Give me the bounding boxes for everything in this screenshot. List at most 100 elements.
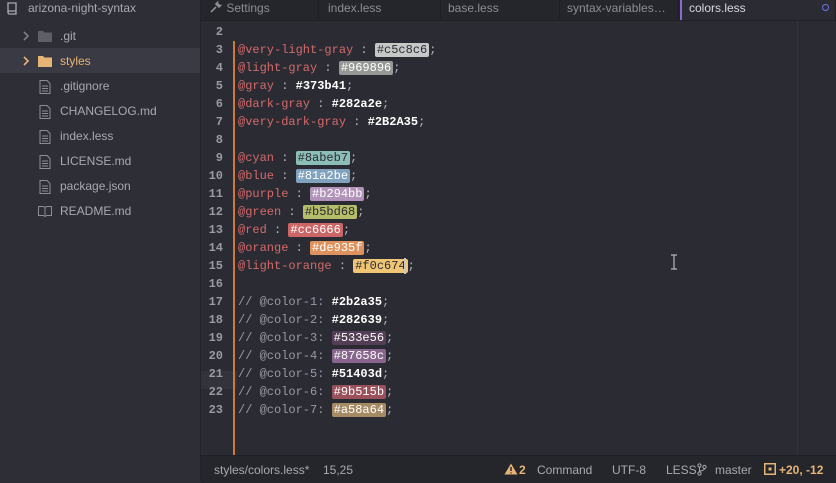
colon-token: : <box>274 169 296 183</box>
code-line: // @color-7: #a58a64; <box>238 401 393 419</box>
status-warnings-count[interactable]: 2 <box>519 463 526 477</box>
line-number: 18 <box>208 313 223 327</box>
code-line: // @color-6: #9b515b; <box>238 383 393 401</box>
code-line: @red : #cc6666; <box>238 221 350 239</box>
colon-token: : <box>353 43 375 57</box>
tree-item-license[interactable]: LICENSE.md <box>0 148 200 173</box>
tree-item-label: .git <box>60 28 77 43</box>
semicolon-token: ; <box>382 313 390 327</box>
tab-colors-less[interactable]: colors.less <box>680 0 836 20</box>
tree-item-git[interactable]: .git <box>0 23 200 48</box>
line-number: 6 <box>215 97 223 111</box>
tab-settings[interactable]: Settings <box>201 0 319 20</box>
tree-root-label: arizona-night-syntax <box>28 0 137 15</box>
status-encoding[interactable]: UTF-8 <box>612 463 646 477</box>
tree-item-changelog[interactable]: CHANGELOG.md <box>0 98 200 123</box>
code-line: @cyan : #8abeb7; <box>238 149 357 167</box>
line-number: 12 <box>208 205 223 219</box>
hex-value: #cc6666 <box>288 223 343 237</box>
tree-item-label: CHANGELOG.md <box>60 103 157 118</box>
tab-syntax-variables[interactable]: syntax-variables… <box>560 0 679 20</box>
tree-view: arizona-night-syntax .git styles .gitign… <box>0 0 201 482</box>
semicolon-token: ; <box>382 295 390 309</box>
hex-value: #c5c8c6 <box>374 43 430 57</box>
tab-index-less[interactable]: index.less <box>321 0 441 20</box>
status-file-path[interactable]: styles/colors.less* <box>214 463 309 477</box>
status-branch[interactable]: master <box>715 463 752 477</box>
tab-label: syntax-variables… <box>567 1 666 15</box>
code-line: @green : #b5bd68; <box>238 203 364 221</box>
git-branch-icon <box>697 463 707 479</box>
code-line: @very-dark-gray : #2B2A35; <box>238 113 425 131</box>
semicolon-token: ; <box>386 403 394 417</box>
code-line: @light-orange : #f0c674; <box>238 257 415 275</box>
line-number: 17 <box>208 295 223 309</box>
tree-item-label: index.less <box>60 128 114 143</box>
line-number: 4 <box>215 61 223 75</box>
line-number: 14 <box>208 241 223 255</box>
colon-token: : <box>346 115 368 129</box>
hex-value: #9b515b <box>331 385 387 399</box>
line-number: 5 <box>215 79 223 93</box>
line-number: 2 <box>215 25 223 39</box>
hex-value: #b294bb <box>310 187 365 201</box>
hex-value: #282a2e <box>331 97 383 111</box>
tree-item-readme[interactable]: README.md <box>0 198 200 223</box>
hex-value: #de935f <box>310 241 365 255</box>
tree-item-index-less[interactable]: index.less <box>0 123 200 148</box>
tree-item-gitignore[interactable]: .gitignore <box>0 73 200 98</box>
tree-item-label: .gitignore <box>60 78 110 93</box>
tree-item-label: styles <box>60 53 91 68</box>
line-number: 7 <box>215 115 223 129</box>
line-number: 23 <box>208 403 223 417</box>
hex-value: #51403d <box>331 367 383 381</box>
line-number: 21 <box>208 367 223 381</box>
line-number: 16 <box>208 277 223 291</box>
code-line: // @color-5: #51403d; <box>238 365 389 383</box>
comment-token: // @color-4: <box>238 349 332 363</box>
file-text-icon <box>38 104 52 119</box>
status-mode[interactable]: Command <box>537 463 592 477</box>
book-icon <box>38 205 52 217</box>
code-line: // @color-2: #282639; <box>238 311 389 329</box>
tab-base-less[interactable]: base.less <box>441 0 560 20</box>
code-line: @orange : #de935f; <box>238 239 372 257</box>
line-number: 11 <box>208 187 223 201</box>
tree-item-package-json[interactable]: package.json <box>0 173 200 198</box>
hex-value: #8abeb7 <box>295 151 351 165</box>
hex-value: #533e56 <box>331 331 387 345</box>
text-caret <box>404 258 406 274</box>
hex-value: #282639 <box>331 313 383 327</box>
code-line: @very-light-gray : #c5c8c6; <box>238 41 436 59</box>
file-text-icon <box>38 129 52 144</box>
semicolon-token: ; <box>346 79 354 93</box>
variable-name: @cyan <box>238 151 275 165</box>
code-line: @dark-gray : #282a2e; <box>238 95 389 113</box>
line-number: 19 <box>208 331 223 345</box>
semicolon-token: ; <box>350 151 358 165</box>
tree-item-label: README.md <box>60 203 132 218</box>
colon-token: : <box>331 259 354 273</box>
tree-item-styles[interactable]: styles <box>0 48 200 73</box>
chevron-right-icon <box>22 55 30 67</box>
line-number: 3 <box>215 43 223 57</box>
tab-label: index.less <box>328 1 382 15</box>
tree-item-label: LICENSE.md <box>60 153 132 168</box>
semicolon-token: ; <box>382 97 390 111</box>
gutter-modified-marker <box>233 41 235 149</box>
semicolon-token: ; <box>357 205 365 219</box>
hex-value: #f0c674 <box>353 259 408 273</box>
semicolon-token: ; <box>407 259 415 273</box>
status-diff-stats[interactable]: +20, -12 <box>779 463 823 477</box>
code-line: @light-gray : #969896; <box>238 59 400 77</box>
code-editor[interactable]: @very-light-gray : #c5c8c6; @light-gray :… <box>238 21 798 455</box>
semicolon-token: ; <box>386 331 394 345</box>
tree-root[interactable]: arizona-night-syntax <box>0 0 200 20</box>
variable-name: @green <box>238 205 282 219</box>
semicolon-token: ; <box>386 385 394 399</box>
status-cursor-position[interactable]: 15,25 <box>323 463 353 477</box>
folder-icon <box>38 30 52 42</box>
code-line: // @color-4: #87658c; <box>238 347 393 365</box>
status-grammar[interactable]: LESS <box>666 463 697 477</box>
hex-value: #2b2a35 <box>331 295 383 309</box>
